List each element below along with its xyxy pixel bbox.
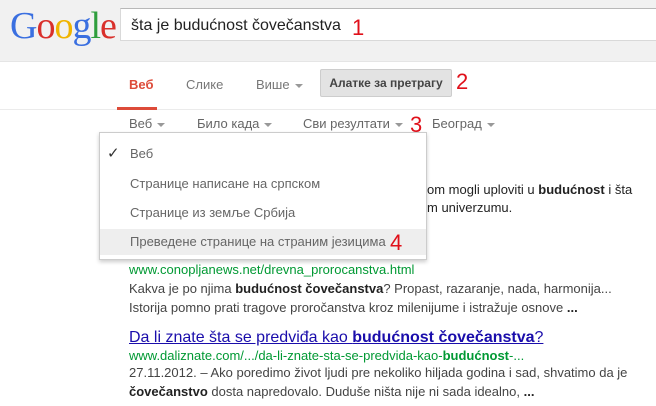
snippet-bold: budućnost čovečanstva (235, 281, 384, 296)
search-result: www.conopljanews.net/drevna_prorocanstva… (129, 262, 612, 317)
url-text: -... (509, 348, 525, 363)
snippet-text: om mogli uploviti u (427, 182, 539, 197)
chevron-down-icon (264, 122, 273, 127)
logo-letter: o (36, 5, 55, 47)
filter-results-dropdown[interactable]: Сви резултати (303, 116, 403, 131)
tab-images[interactable]: Слике (186, 77, 223, 92)
filter-location-dropdown[interactable]: Београд (432, 116, 495, 131)
snippet-text: i šta (604, 182, 633, 197)
snippet-bold: čovečanstvo (129, 384, 208, 399)
tab-more-label: Више (256, 77, 290, 92)
filter-time-dropdown[interactable]: Било када (197, 116, 273, 131)
logo-letter: g (72, 5, 91, 47)
header-bar: Google šta je budućnost čovečanstva 1 (0, 0, 656, 62)
logo-letter: e (100, 5, 117, 47)
title-text: Da li znate šta se predviđa kao (129, 329, 353, 346)
snippet-bold: budućnost (538, 182, 605, 197)
annotation-number-1: 1 (352, 15, 365, 40)
snippet-text: ? Propast, razaranje, nada, harmonija... (383, 281, 612, 296)
search-input[interactable]: šta je budućnost čovečanstva (120, 8, 656, 41)
result-snippet: čovečanstvo dosta napredovalo. Duduše ni… (129, 382, 627, 401)
search-tools-button[interactable]: Алатке за претрагу (320, 69, 452, 97)
url-bold: budućnost (442, 348, 510, 363)
filter-web-label: Веб (129, 116, 153, 131)
chevron-down-icon (157, 122, 166, 127)
filter-results-label: Сви резултати (303, 116, 390, 131)
chevron-down-icon (486, 122, 495, 127)
dropdown-item-serbian-pages[interactable]: Странице написане на српском (100, 171, 426, 197)
dropdown-item-label: Преведене странице на страним језицима (130, 234, 386, 249)
tab-web[interactable]: Веб (129, 77, 153, 92)
search-result: Da li znate šta se predviđa kao budućnos… (129, 329, 627, 401)
url-text: www.daliznate.com/.../da-li-znate-sta-se… (129, 348, 443, 363)
dropdown-item-web[interactable]: ✓ Веб (100, 141, 426, 167)
language-dropdown-menu: ✓ Веб Странице написане на српском Стран… (99, 132, 427, 260)
search-query: šta je budućnost čovečanstva (131, 17, 341, 34)
dropdown-item-label: Веб (130, 146, 154, 161)
filter-web-dropdown[interactable]: Веб (129, 116, 166, 131)
search-tabs: Веб Слике Више Алатке за претрагу 2 (0, 62, 656, 110)
result-snippet: Istorija pomno prati tragove proročanstv… (129, 298, 612, 317)
tab-more[interactable]: Више (256, 77, 303, 92)
result-snippet: Kakva je po njima budućnost čovečanstva?… (129, 279, 612, 298)
dropdown-item-serbia-pages[interactable]: Странице из земље Србија (100, 200, 426, 226)
filter-time-label: Било када (197, 116, 260, 131)
annotation-number-2: 2 (456, 69, 469, 94)
partial-snippet-line: m univerzumu. (427, 200, 512, 215)
title-text: ? (534, 329, 544, 346)
snippet-text: dosta napredovalo. Duduše ništa nije ni … (207, 384, 524, 399)
filter-location-label: Београд (432, 116, 482, 131)
result-url[interactable]: www.daliznate.com/.../da-li-znate-sta-se… (129, 348, 627, 363)
partial-snippet-line: om mogli uploviti u budućnost i šta (427, 182, 632, 197)
snippet-text: m univerzumu. (427, 200, 513, 215)
snippet-bold: ... (523, 384, 535, 399)
dropdown-item-label: Странице из земље Србија (130, 205, 296, 220)
dropdown-item-translated-pages[interactable]: Преведене странице на страним језицима (100, 229, 426, 255)
snippet-text: Istorija pomno prati tragove proročanstv… (129, 300, 567, 315)
dropdown-item-label: Странице написане на српском (130, 176, 321, 191)
google-logo[interactable]: Google (10, 5, 117, 47)
result-url[interactable]: www.conopljanews.net/drevna_prorocanstva… (129, 262, 612, 277)
logo-letter: o (54, 5, 73, 47)
logo-letter: l (90, 5, 101, 47)
logo-letter: G (10, 5, 37, 47)
result-title-link[interactable]: Da li znate šta se predviđa kao budućnos… (129, 329, 627, 347)
title-bold: budućnost čovečanstva (352, 329, 535, 346)
annotation-number-4: 4 (390, 230, 403, 255)
snippet-bold: ... (566, 300, 578, 315)
checkmark-icon: ✓ (107, 145, 120, 162)
chevron-down-icon (394, 122, 403, 127)
result-snippet: 27.11.2012. – Ako poredimo život ljudi p… (129, 365, 628, 380)
snippet-text: Kakva je po njima (129, 281, 236, 296)
chevron-down-icon (294, 83, 303, 88)
